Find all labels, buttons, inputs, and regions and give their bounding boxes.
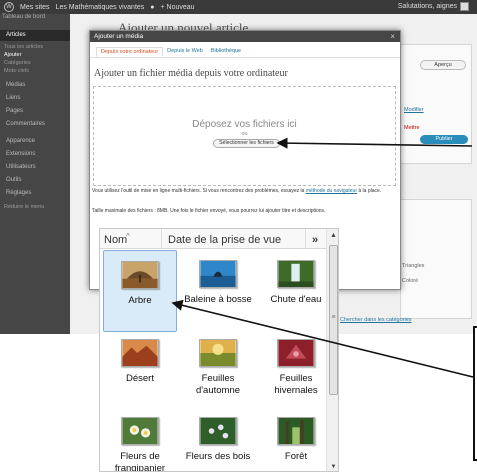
multi-upload-note: Vous utilisez l'outil de mise en ligne m… bbox=[92, 188, 397, 195]
column-header: ^ Nom Date de la prise de vue » bbox=[100, 229, 326, 249]
menu-subitem-categories[interactable]: Catégories bbox=[0, 60, 70, 67]
my-sites-link[interactable]: Mes sites bbox=[20, 4, 50, 11]
admin-bar: W Mes sites Les Mathématiques vivantes ●… bbox=[0, 0, 477, 14]
file-item-arbre[interactable]: Arbre bbox=[103, 250, 177, 332]
close-icon[interactable]: × bbox=[390, 31, 395, 42]
browser-uploader-link[interactable]: méthode du navigateur bbox=[306, 188, 357, 194]
file-item-foret[interactable]: Forêt bbox=[259, 415, 333, 471]
note-text-start: Vous utilisez l'outil de mise en ligne m… bbox=[92, 188, 306, 194]
scroll-up-icon[interactable]: ▲ bbox=[327, 229, 338, 243]
dashboard-label[interactable]: Tableau de bord bbox=[2, 14, 45, 21]
menu-item-appearance[interactable]: Apparence bbox=[0, 136, 70, 147]
menu-subitem-tags[interactable]: Mots-clefs bbox=[0, 68, 70, 75]
preview-button[interactable]: Aperçu bbox=[420, 60, 466, 70]
edit-link[interactable]: Modifier bbox=[404, 107, 424, 113]
frangipani-flowers-thumbnail-icon bbox=[121, 417, 159, 445]
tab-from-web[interactable]: Depuis le Web bbox=[163, 47, 207, 57]
tabs-divider bbox=[90, 57, 400, 58]
menu-item-plugins[interactable]: Extensions bbox=[0, 149, 70, 160]
admin-sidebar: Tableau de bord Articles Tous les articl… bbox=[0, 14, 70, 334]
file-item-desert[interactable]: Désert bbox=[103, 335, 177, 407]
vertical-scrollbar[interactable]: ▲ ≡ ▼ bbox=[326, 229, 338, 471]
file-item-chute-deau[interactable]: Chute d'eau bbox=[259, 250, 333, 332]
scroll-thumb[interactable]: ≡ bbox=[329, 245, 338, 395]
whale-thumbnail-icon bbox=[199, 260, 237, 288]
file-explorer-panel: ^ Nom Date de la prise de vue » Arbre Ba… bbox=[99, 228, 339, 472]
greeting-link[interactable]: Salutations, aignes bbox=[398, 3, 457, 10]
desert-thumbnail-icon bbox=[121, 339, 159, 367]
menu-subitem-add[interactable]: Ajouter bbox=[0, 52, 70, 59]
drop-files-text: Déposez vos fichiers ici bbox=[192, 119, 297, 130]
trash-link[interactable]: Mettre bbox=[404, 125, 420, 131]
or-text: ou bbox=[241, 131, 248, 137]
collapse-menu-link[interactable]: Réduire le menu bbox=[0, 204, 70, 211]
drop-zone[interactable]: Déposez vos fichiers ici ou Sélectionner… bbox=[93, 86, 396, 186]
comment-bubble-icon[interactable]: ● bbox=[150, 4, 154, 11]
tab-library[interactable]: Bibliothèque bbox=[207, 47, 245, 57]
wordpress-logo-icon[interactable]: W bbox=[4, 2, 14, 12]
file-name: Désert bbox=[126, 373, 154, 384]
wood-flowers-thumbnail-icon bbox=[199, 417, 237, 445]
file-name: Feuilles d'automne bbox=[195, 373, 241, 396]
file-item-feuilles-automne[interactable]: Feuilles d'automne bbox=[181, 335, 255, 407]
modal-title-text: Ajouter un média bbox=[94, 33, 144, 40]
max-size-note: Taille maximale des fichiers : 8MB. Une … bbox=[92, 208, 326, 214]
grip-icon: ≡ bbox=[331, 314, 336, 321]
modal-title: Ajouter un média × bbox=[90, 31, 400, 42]
publish-button[interactable]: Publier bbox=[420, 135, 468, 144]
annotation-box bbox=[473, 326, 477, 461]
file-name: Fleurs des bois bbox=[185, 451, 251, 462]
file-item-fleurs-frangipanier[interactable]: Fleurs de frangipanier bbox=[103, 415, 177, 472]
file-item-feuilles-hivernales[interactable]: Feuilles hivernales bbox=[259, 335, 333, 407]
note-text-end: à la place. bbox=[357, 188, 382, 194]
more-columns-button[interactable]: » bbox=[308, 229, 326, 249]
file-name: Arbre bbox=[128, 295, 152, 306]
sort-ascending-icon: ^ bbox=[126, 232, 130, 241]
menu-item-articles[interactable]: Articles bbox=[0, 30, 70, 41]
column-date-taken[interactable]: Date de la prise de vue bbox=[164, 229, 306, 249]
menu-item-pages[interactable]: Pages bbox=[0, 106, 70, 117]
menu-item-media[interactable]: Médias bbox=[0, 80, 70, 91]
autumn-leaves-thumbnail-icon bbox=[199, 339, 237, 367]
category-label-1[interactable]: Triangles bbox=[402, 263, 424, 269]
menu-item-tools[interactable]: Outils bbox=[0, 175, 70, 186]
menu-item-users[interactable]: Utilisateurs bbox=[0, 162, 70, 173]
modal-tabs: Depuis votre ordinateur Depuis le Web Bi… bbox=[96, 47, 245, 57]
file-name: Chute d'eau bbox=[270, 294, 322, 305]
menu-item-settings[interactable]: Réglages bbox=[0, 188, 70, 199]
file-name: Forêt bbox=[284, 451, 308, 462]
menu-item-links[interactable]: Liens bbox=[0, 93, 70, 104]
scroll-down-icon[interactable]: ▼ bbox=[327, 461, 338, 471]
categories-box bbox=[400, 199, 472, 319]
waterfall-thumbnail-icon bbox=[277, 260, 315, 288]
tab-from-computer[interactable]: Depuis votre ordinateur bbox=[96, 47, 164, 57]
column-name[interactable]: ^ Nom bbox=[100, 229, 162, 249]
menu-item-comments[interactable]: Commentaires bbox=[0, 119, 70, 130]
file-item-baleine[interactable]: Baleine à bosse bbox=[181, 250, 255, 332]
menu-subitem-all-articles[interactable]: Tous les articles bbox=[0, 44, 70, 51]
file-name: Fleurs de frangipanier bbox=[114, 451, 166, 472]
avatar[interactable] bbox=[460, 2, 469, 11]
file-name: Baleine à bosse bbox=[184, 294, 252, 305]
winter-leaves-thumbnail-icon bbox=[277, 339, 315, 367]
forest-thumbnail-icon bbox=[277, 417, 315, 445]
tree-thumbnail-icon bbox=[121, 261, 159, 289]
new-content-link[interactable]: + Nouveau bbox=[161, 4, 195, 11]
select-files-button[interactable]: Sélectionner les fichiers bbox=[213, 139, 280, 148]
site-name-link[interactable]: Les Mathématiques vivantes bbox=[56, 4, 145, 11]
category-label-2[interactable]: Coloré bbox=[402, 278, 418, 284]
upload-heading: Ajouter un fichier média depuis votre or… bbox=[94, 68, 288, 79]
search-categories-link[interactable]: Chercher dans les catégories bbox=[340, 317, 412, 323]
column-name-label: Nom bbox=[104, 234, 128, 246]
file-name: Feuilles hivernales bbox=[274, 373, 318, 396]
file-item-fleurs-des-bois[interactable]: Fleurs des bois bbox=[181, 415, 255, 471]
